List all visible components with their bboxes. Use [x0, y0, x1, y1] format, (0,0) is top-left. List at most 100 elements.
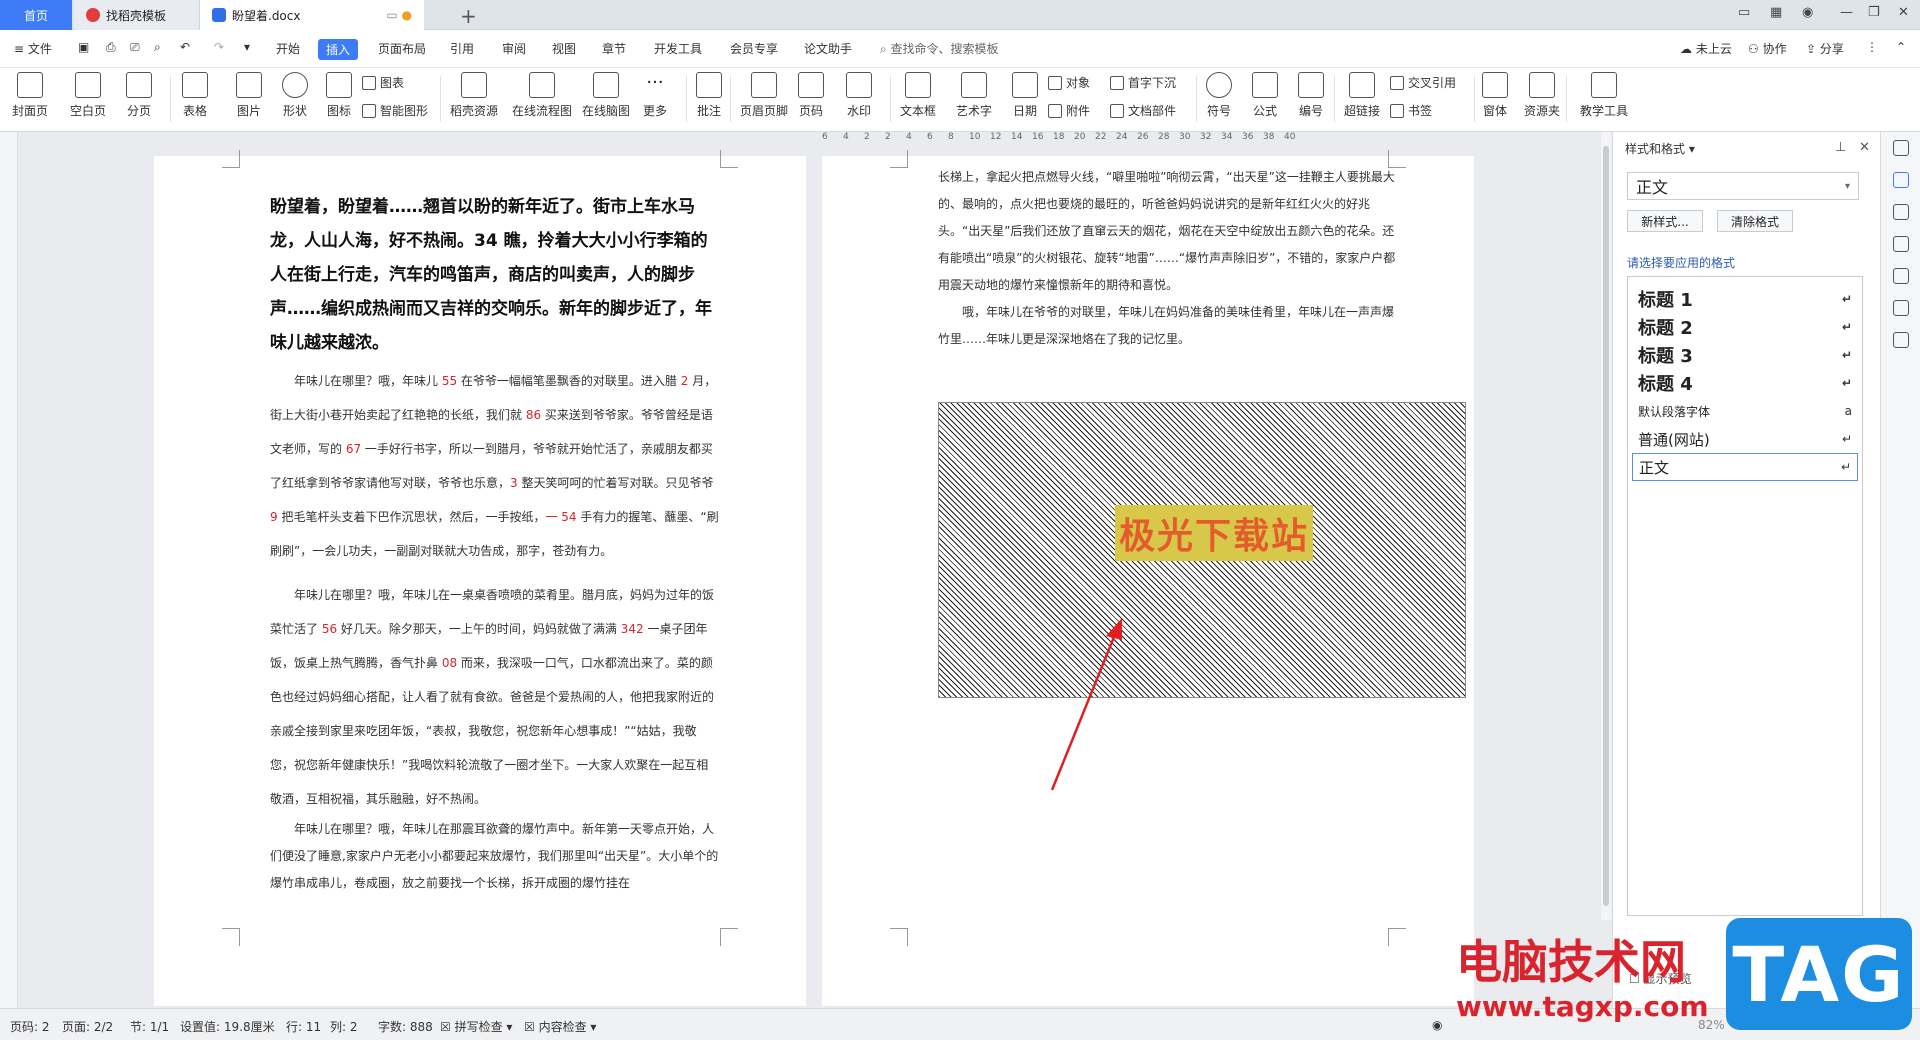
navigation-tool-icon[interactable] — [1893, 300, 1909, 316]
page2-body[interactable]: 长梯上，拿起火把点燃导火线，“噼里啪啦”响彻云霄，“出天星”这一挂鞭主人要挑最大… — [938, 164, 1396, 353]
docer-resources-button[interactable]: 稻壳资源 — [450, 72, 498, 119]
teaching-tools-button[interactable]: 教学工具 — [1580, 72, 1628, 119]
textbox-button[interactable]: 文本框 — [900, 72, 936, 119]
scrollbar-thumb[interactable] — [1603, 146, 1609, 906]
page-break-button[interactable]: 分页 — [126, 72, 152, 119]
select-tool-icon[interactable] — [1893, 204, 1909, 220]
status-col[interactable]: 列: 2 — [330, 1018, 358, 1035]
styles-panel-title[interactable]: 样式和格式 ▾ — [1625, 140, 1695, 157]
hyperlink-button[interactable]: 超链接 — [1344, 72, 1380, 119]
style-tool-icon[interactable] — [1893, 172, 1909, 188]
clear-format-button[interactable]: 清除格式 — [1717, 210, 1793, 232]
page-2[interactable]: 长梯上，拿起火把点燃导火线，“噼里啪啦”响彻云霄，“出天星”这一挂鞭主人要挑最大… — [822, 150, 1474, 1006]
picture-button[interactable]: 图片 — [236, 72, 262, 119]
menu-chapter[interactable]: 章节 — [602, 40, 626, 57]
icon-button[interactable]: 图标 — [326, 72, 352, 119]
status-setting[interactable]: 设置值: 19.8厘米 — [180, 1018, 275, 1035]
menu-start[interactable]: 开始 — [276, 40, 300, 57]
page-1[interactable]: 盼望着，盼望着……翘首以盼的新年近了。街市上车水马龙，人山人海，好不热闹。34 … — [154, 150, 806, 1006]
blank-page-button[interactable]: 空白页 — [70, 72, 106, 119]
more-button[interactable]: ··· 更多 — [642, 72, 668, 119]
status-pages[interactable]: 页面: 2/2 — [62, 1018, 113, 1035]
save-icon[interactable]: ▣ — [78, 40, 89, 54]
shape-button[interactable]: 形状 — [282, 72, 308, 119]
page-number-button[interactable]: 页码 — [798, 72, 824, 119]
status-row[interactable]: 行: 11 — [286, 1018, 321, 1035]
flowchart-button[interactable]: 在线流程图 — [512, 72, 572, 119]
status-section[interactable]: 节: 1/1 — [130, 1018, 169, 1035]
paragraph-couplets[interactable]: 年味儿在哪里？哦，年味儿 55 在爷爷一幅幅笔墨飘香的对联里。进入腊 2 月，街… — [270, 364, 720, 568]
current-style-select[interactable]: 正文 ▾ — [1627, 172, 1859, 200]
numbering-button[interactable]: 编号 — [1298, 72, 1324, 119]
comment-button[interactable]: 批注 — [696, 72, 722, 119]
new-tab-icon[interactable]: + — [460, 4, 477, 28]
grid-icon[interactable]: ▦ — [1770, 5, 1782, 20]
share-button[interactable]: ⇪ 分享 — [1806, 40, 1844, 57]
paragraph-firecrackers[interactable]: 年味儿在哪里？哦，年味儿在那震耳欲聋的爆竹声中。新年第一天零点开始，人们便没了睡… — [270, 816, 720, 897]
page1-heading-paragraph[interactable]: 盼望着，盼望着……翘首以盼的新年近了。街市上车水马龙，人山人海，好不热闹。34 … — [270, 190, 720, 360]
tab-home[interactable]: 首页 — [0, 0, 72, 30]
menu-review[interactable]: 审阅 — [502, 40, 526, 57]
menu-insert[interactable]: 插入 — [318, 39, 359, 60]
menu-file[interactable]: ≡ 文件 — [14, 40, 52, 57]
book-tool-icon[interactable] — [1893, 332, 1909, 348]
style-default-font[interactable]: 默认段落字体 a — [1632, 397, 1858, 425]
page1-body[interactable]: 年味儿在哪里？哦，年味儿 55 在爷爷一幅幅笔墨飘香的对联里。进入腊 2 月，街… — [270, 364, 720, 897]
eye-protection-icon[interactable]: ◉ — [1432, 1018, 1442, 1032]
layout-icon[interactable]: ▭ — [1738, 5, 1750, 20]
header-footer-button[interactable]: 页眉页脚 — [740, 72, 788, 119]
pin-icon[interactable]: ⊥ — [1835, 140, 1846, 155]
style-heading-3[interactable]: 标题 3 ↵ — [1632, 341, 1858, 369]
crossref-button[interactable]: 交叉引用 — [1390, 74, 1456, 91]
minimize-icon[interactable]: — — [1840, 5, 1853, 20]
close-panel-icon[interactable]: ✕ — [1859, 140, 1870, 155]
more-menu-icon[interactable]: ⋮ — [1866, 40, 1878, 54]
status-word-count[interactable]: 字数: 888 — [378, 1018, 433, 1035]
chart-button[interactable]: 图表 — [362, 74, 404, 91]
cloud-status[interactable]: ☁ 未上云 — [1680, 40, 1732, 57]
paragraph-conclusion[interactable]: 哦，年味儿在爷爷的对联里，年味儿在妈妈准备的美味佳肴里，年味儿在一声声爆竹里……… — [938, 299, 1396, 353]
redo-icon[interactable]: ↷ — [214, 40, 224, 54]
wordart-button[interactable]: 艺术字 — [956, 72, 992, 119]
adjust-tool-icon[interactable] — [1893, 236, 1909, 252]
docparts-button[interactable]: 文档部件 — [1110, 102, 1176, 119]
style-list[interactable]: 标题 1 ↵ 标题 2 ↵ 标题 3 ↵ 标题 4 ↵ 默认段落字体 a 普通(网站) ↵ … — [1627, 276, 1863, 916]
watermark-button[interactable]: 水印 — [846, 72, 872, 119]
tab-template[interactable]: 找稻壳模板 — [74, 0, 200, 30]
formula-button[interactable]: 公式 — [1252, 72, 1278, 119]
menu-view[interactable]: 视图 — [552, 40, 576, 57]
more-quick-icon[interactable]: ▾ — [244, 40, 250, 54]
close-window-icon[interactable]: ✕ — [1898, 5, 1909, 20]
bookmark-button[interactable]: 书签 — [1390, 102, 1432, 119]
restore-icon[interactable]: ❐ — [1868, 5, 1880, 20]
date-button[interactable]: 日期 — [1012, 72, 1038, 119]
tab-document[interactable]: 盼望着.docx ▭ ● — [200, 0, 424, 30]
dropcap-button[interactable]: 首字下沉 — [1110, 74, 1176, 91]
document-canvas[interactable]: 盼望着，盼望着……翘首以盼的新年近了。街市上车水马龙，人山人海，好不热闹。34 … — [18, 132, 1608, 1008]
object-button[interactable]: 对象 — [1048, 74, 1090, 91]
status-page[interactable]: 页码: 2 — [10, 1018, 50, 1035]
paragraph-dinner[interactable]: 年味儿在哪里？哦，年味儿在一桌桌香喷喷的菜肴里。腊月底，妈妈为过年的饭菜忙活了 … — [270, 578, 720, 816]
mindmap-button[interactable]: 在线脑图 — [582, 72, 630, 119]
menu-thesis[interactable]: 论文助手 — [804, 40, 852, 57]
hatched-textbox[interactable]: 极光下载站 — [938, 402, 1466, 698]
print-icon[interactable]: ⎚ — [130, 40, 140, 55]
menu-member[interactable]: 会员专享 — [730, 40, 778, 57]
content-check-toggle[interactable]: ☒ 内容检查 ▾ — [524, 1018, 596, 1035]
new-style-button[interactable]: 新样式... — [1627, 210, 1703, 232]
form-button[interactable]: 窗体 — [1482, 72, 1508, 119]
style-heading-2[interactable]: 标题 2 ↵ — [1632, 313, 1858, 341]
resources-button[interactable]: 资源夹 — [1524, 72, 1560, 119]
shape-tool-icon[interactable] — [1893, 268, 1909, 284]
attachment-button[interactable]: 附件 — [1048, 102, 1090, 119]
table-button[interactable]: 表格 — [182, 72, 208, 119]
pin-tool-icon[interactable] — [1893, 140, 1909, 156]
command-search[interactable]: ⌕ 查找命令、搜索模板 — [880, 40, 999, 57]
menu-references[interactable]: 引用 — [450, 40, 474, 57]
preview-icon[interactable]: ⌕ — [154, 40, 161, 55]
menu-developer[interactable]: 开发工具 — [654, 40, 702, 57]
undo-icon[interactable]: ↶ — [180, 40, 190, 54]
vertical-scrollbar[interactable] — [1601, 132, 1611, 920]
collab-button[interactable]: ⚇ 协作 — [1748, 40, 1787, 57]
symbol-button[interactable]: 符号 — [1206, 72, 1232, 119]
